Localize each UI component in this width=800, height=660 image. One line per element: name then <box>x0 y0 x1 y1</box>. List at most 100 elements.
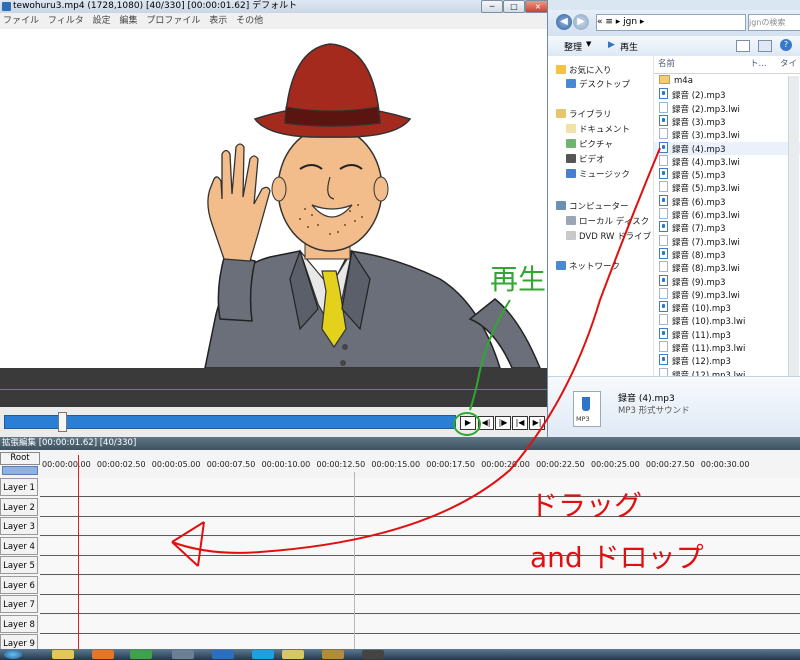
address-path[interactable]: « ≡ ▸ jgn ▸ <box>596 14 746 31</box>
timeline-cursor[interactable] <box>78 455 79 655</box>
root-button[interactable]: Root <box>0 452 40 465</box>
search-input[interactable]: jgnの検索 <box>748 14 800 31</box>
seek-slider[interactable] <box>4 415 456 429</box>
layer-track[interactable] <box>40 575 800 595</box>
chrome-task-icon[interactable] <box>130 650 152 659</box>
layer-label[interactable]: Layer 7 <box>0 595 38 613</box>
menu-view[interactable]: 表示 <box>206 13 230 29</box>
view-options-icon[interactable] <box>736 40 750 52</box>
back-arrow-icon[interactable]: ◀ <box>556 14 572 30</box>
layer-label[interactable]: Layer 2 <box>0 497 38 516</box>
file-row[interactable]: m4a <box>654 75 800 88</box>
nav-local-disk[interactable]: ローカル ディスク <box>566 215 649 229</box>
menu-profile[interactable]: プロファイル <box>143 13 203 29</box>
layer-track[interactable] <box>40 517 800 536</box>
file-row[interactable]: 録音 (12).mp3 <box>654 354 800 367</box>
file-icon <box>659 261 668 273</box>
explorer-title-bar[interactable] <box>548 0 800 10</box>
file-name: 録音 (7).mp3 <box>672 224 726 235</box>
layer-label[interactable]: Layer 4 <box>0 536 38 555</box>
network-icon <box>556 261 566 270</box>
column-title[interactable]: タイ <box>780 56 797 73</box>
ruler-tick-label: 00:00:17.50 <box>426 460 475 469</box>
file-row[interactable]: 録音 (4).mp3 <box>654 141 800 155</box>
file-list-scrollbar[interactable] <box>788 76 799 376</box>
organize-button[interactable]: 整理 <box>564 40 582 53</box>
folder-task-icon[interactable] <box>282 650 304 659</box>
layer-label[interactable]: Layer 6 <box>0 575 38 594</box>
seek-slider-thumb[interactable] <box>58 412 68 432</box>
column-name[interactable]: 名前 <box>658 56 675 73</box>
menu-other[interactable]: その他 <box>233 13 266 29</box>
file-row[interactable]: 録音 (11).mp3 <box>654 327 800 341</box>
nav-libraries[interactable]: ライブラリ <box>556 108 612 122</box>
file-row[interactable]: 録音 (7).mp3.lwi <box>654 234 800 248</box>
nav-music[interactable]: ミュージック <box>566 168 630 182</box>
file-row[interactable]: 録音 (6).mp3 <box>654 194 800 208</box>
app-task-icon[interactable] <box>172 650 194 659</box>
layer-label[interactable]: Layer 3 <box>0 517 38 535</box>
file-row[interactable]: 録音 (2).mp3.lwi <box>654 101 800 115</box>
file-name: 録音 (6).mp3 <box>672 197 726 208</box>
layer-track[interactable] <box>40 614 800 634</box>
nav-network[interactable]: ネットワーク <box>556 260 620 274</box>
file-row[interactable]: 録音 (9).mp3.lwi <box>654 287 800 301</box>
column-track[interactable]: ト... <box>750 56 767 73</box>
file-row[interactable]: 録音 (4).mp3.lwi <box>654 154 800 168</box>
nav-documents[interactable]: ドキュメント <box>566 123 630 137</box>
menu-settings[interactable]: 設定 <box>90 13 114 29</box>
nav-videos[interactable]: ビデオ <box>566 153 605 167</box>
aviutl-task-icon[interactable] <box>322 650 344 659</box>
main-title-bar[interactable]: tewohuru3.mp4 (1728,1080) [40/330] [00:0… <box>0 0 553 13</box>
file-row[interactable]: 録音 (3).mp3 <box>654 114 800 128</box>
layer-track[interactable] <box>40 497 800 517</box>
media-task-icon[interactable] <box>212 650 234 659</box>
file-row[interactable]: 録音 (3).mp3.lwi <box>654 128 800 141</box>
layer-label[interactable]: Layer 1 <box>0 478 38 496</box>
help-icon[interactable]: ? <box>780 39 792 51</box>
minimize-button[interactable]: ─ <box>481 0 503 13</box>
nav-dvd-drive[interactable]: DVD RW ドライブ <box>566 230 651 244</box>
forward-arrow-icon[interactable]: ▶ <box>573 14 589 30</box>
layer-label[interactable]: Layer 8 <box>0 614 38 633</box>
film-task-icon[interactable] <box>362 650 384 659</box>
details-file-name: 録音 (4).mp3 <box>618 394 675 404</box>
nav-favorites[interactable]: お気に入り <box>556 64 612 78</box>
explorer-task-icon[interactable] <box>52 650 74 659</box>
file-row[interactable]: 録音 (5).mp3.lwi <box>654 181 800 194</box>
menu-edit[interactable]: 編集 <box>116 13 140 29</box>
file-row[interactable]: 録音 (6).mp3.lwi <box>654 208 800 221</box>
prev-frame-button[interactable]: ◀| <box>478 416 494 430</box>
skype-task-icon[interactable] <box>252 650 274 659</box>
firefox-task-icon[interactable] <box>92 650 114 659</box>
menu-filter[interactable]: フィルタ <box>45 13 87 29</box>
file-row[interactable]: 録音 (5).mp3 <box>654 168 800 181</box>
preview-pane-icon[interactable] <box>758 40 772 52</box>
layer-label[interactable]: Layer 5 <box>0 556 38 574</box>
menu-file[interactable]: ファイル <box>0 13 42 29</box>
layer-track[interactable] <box>40 478 800 497</box>
start-button-icon[interactable] <box>4 650 22 659</box>
timeline-title-bar[interactable]: 拡張編集 [00:00:01.62] [40/330] <box>0 437 800 450</box>
to-end-button[interactable]: ▶| <box>529 416 545 430</box>
play-button[interactable]: ▶ <box>460 416 476 430</box>
nav-computer[interactable]: コンピューター <box>556 200 629 214</box>
file-row[interactable]: 録音 (11).mp3.lwi <box>654 341 800 354</box>
file-row[interactable]: 録音 (9).mp3 <box>654 274 800 288</box>
root-scale-bar[interactable] <box>2 466 38 475</box>
nav-desktop[interactable]: デスクトップ <box>566 78 630 92</box>
file-row[interactable]: 録音 (8).mp3.lwi <box>654 261 800 274</box>
file-row[interactable]: 録音 (10).mp3.lwi <box>654 314 800 327</box>
file-row[interactable]: 録音 (8).mp3 <box>654 247 800 261</box>
file-row[interactable]: 録音 (10).mp3 <box>654 301 800 314</box>
play-toolbar-button[interactable]: 再生 <box>620 40 638 53</box>
file-row[interactable]: 録音 (7).mp3 <box>654 221 800 234</box>
nav-pictures[interactable]: ピクチャ <box>566 138 613 152</box>
file-row[interactable]: 録音 (2).mp3 <box>654 88 800 101</box>
file-row[interactable]: 録音 (12).mp3.lwi <box>654 367 800 376</box>
time-ruler[interactable]: 00:00:00.00 00:00:02.50 00:00:05.00 00:00:0… <box>40 454 800 472</box>
to-start-button[interactable]: |◀ <box>512 416 528 430</box>
layer-track[interactable] <box>40 595 800 614</box>
maximize-button[interactable]: □ <box>503 0 525 13</box>
next-frame-button[interactable]: |▶ <box>495 416 511 430</box>
